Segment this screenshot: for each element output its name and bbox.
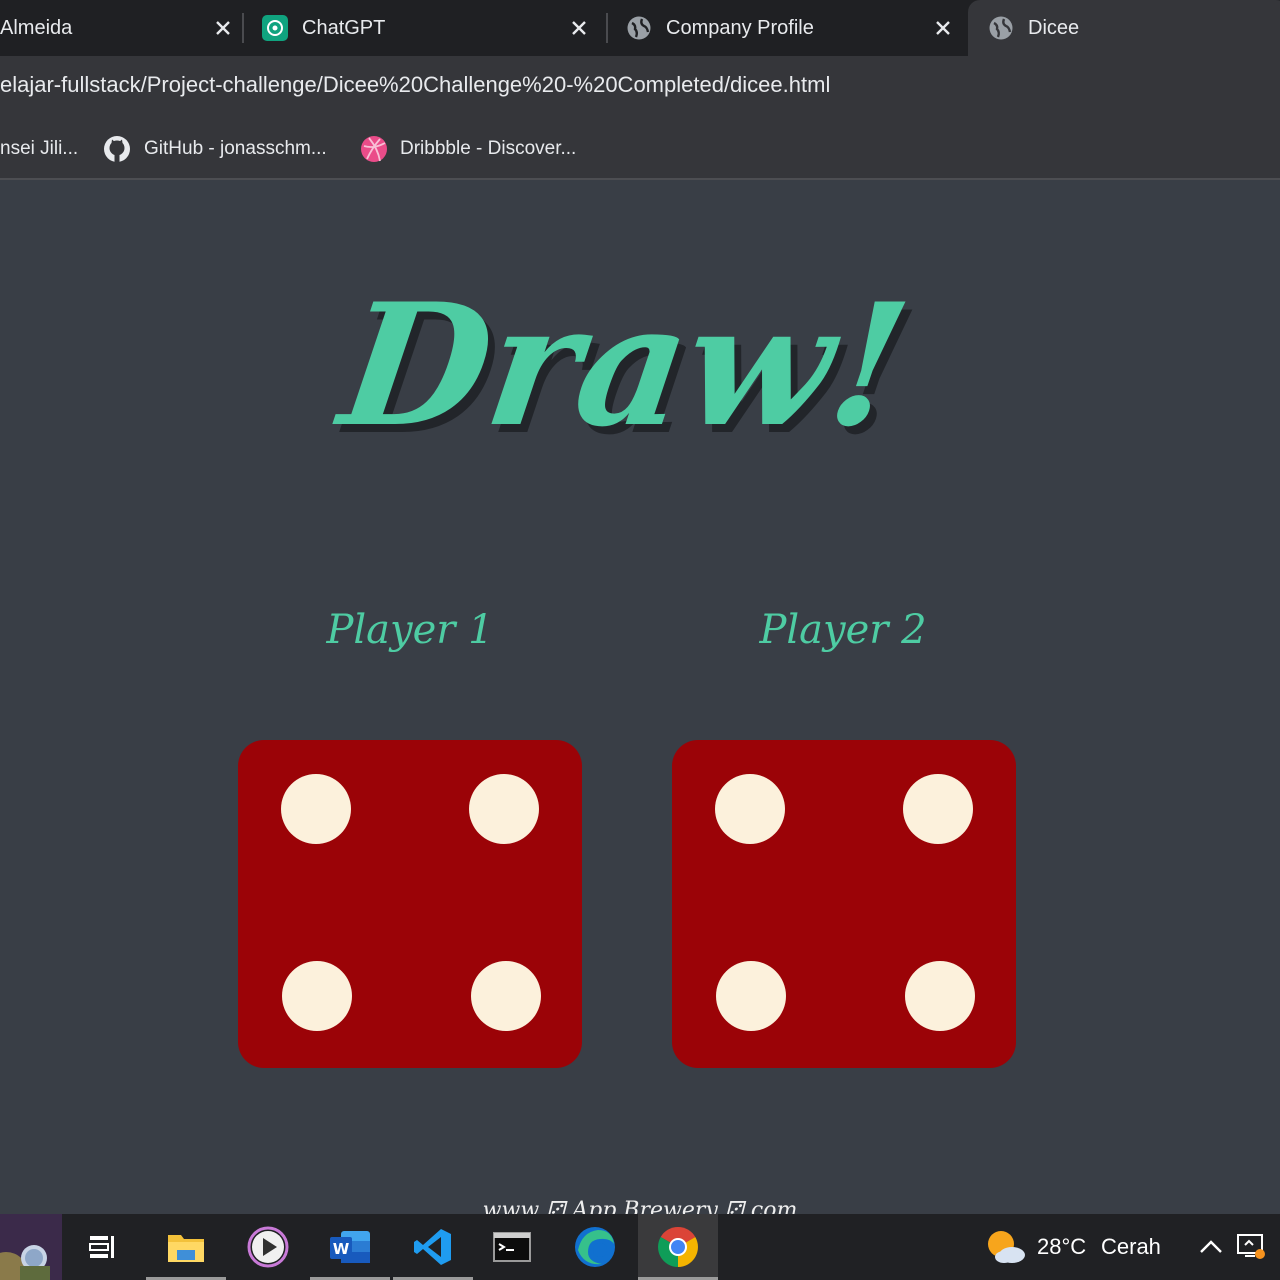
tab-separator bbox=[242, 13, 244, 43]
footer-credit: www ⚂ App Brewery ⚂ com bbox=[482, 1198, 798, 1214]
start-button[interactable] bbox=[0, 1214, 62, 1280]
chrome-button[interactable] bbox=[638, 1214, 718, 1280]
bookmark-dribbble[interactable]: Dribbble - Discover... bbox=[360, 120, 576, 178]
dribbble-icon bbox=[361, 136, 387, 162]
bookmarks-bar: nsei Jili... GitHub - jonasschm... Dribb… bbox=[0, 120, 1280, 180]
die-pip bbox=[471, 961, 541, 1031]
chrome-icon bbox=[658, 1227, 698, 1267]
die-pip bbox=[282, 961, 352, 1031]
vscode-button[interactable] bbox=[393, 1214, 473, 1280]
die-pip bbox=[281, 774, 351, 844]
die-pip bbox=[716, 961, 786, 1031]
task-view-button[interactable] bbox=[62, 1214, 142, 1280]
bookmark-github[interactable]: GitHub - jonasschm... bbox=[102, 120, 327, 178]
page-content: Draw! Draw! Player 1 Player 2 www ⚂ App … bbox=[0, 182, 1280, 1214]
die-pip bbox=[469, 774, 539, 844]
player-2-die bbox=[672, 740, 1016, 1068]
tab-title: Dicee bbox=[1028, 16, 1080, 39]
partly-sunny-icon[interactable] bbox=[984, 1229, 1026, 1265]
url-field[interactable]: elajar-fullstack/Project-challenge/Dicee… bbox=[0, 72, 830, 98]
globe-icon bbox=[627, 16, 651, 40]
svg-text:W: W bbox=[333, 1240, 350, 1258]
github-icon bbox=[104, 136, 130, 162]
weather-condition[interactable]: Cerah bbox=[1101, 1234, 1161, 1260]
weather-temp[interactable]: 28°C bbox=[1037, 1234, 1086, 1260]
tab-dicee[interactable]: Dicee bbox=[968, 0, 1280, 56]
edge-icon bbox=[575, 1227, 615, 1267]
display-settings-icon[interactable] bbox=[1236, 1232, 1268, 1262]
tab-title: Company Profile bbox=[666, 16, 814, 39]
terminal-icon bbox=[493, 1232, 531, 1262]
close-icon[interactable] bbox=[930, 15, 956, 41]
bookmark-label: Dribbble - Discover... bbox=[400, 138, 577, 159]
tab-company-profile[interactable]: Company Profile bbox=[626, 0, 956, 56]
tab-almeida[interactable]: Almeida bbox=[0, 0, 236, 56]
vscode-icon bbox=[414, 1229, 451, 1265]
word-button[interactable]: W bbox=[310, 1214, 390, 1280]
die-pip bbox=[905, 961, 975, 1031]
tab-separator bbox=[606, 13, 608, 43]
bookmark-item[interactable]: nsei Jili... bbox=[0, 120, 78, 178]
close-icon[interactable] bbox=[210, 15, 236, 41]
terminal-button[interactable] bbox=[472, 1214, 552, 1280]
file-explorer-icon bbox=[168, 1235, 204, 1262]
start-icon bbox=[0, 1214, 62, 1280]
task-view-icon bbox=[89, 1236, 114, 1258]
bookmark-label: GitHub - jonasschm... bbox=[144, 138, 327, 159]
word-icon: W bbox=[330, 1231, 370, 1263]
tab-chatgpt[interactable]: ChatGPT bbox=[262, 0, 592, 56]
die-pip bbox=[903, 774, 973, 844]
chatgpt-icon bbox=[262, 15, 288, 41]
chevron-up-icon[interactable] bbox=[1198, 1236, 1224, 1258]
close-icon[interactable] bbox=[566, 15, 592, 41]
bookmark-label: nsei Jili... bbox=[0, 138, 79, 159]
headline-text: Draw! bbox=[330, 266, 920, 464]
edge-button[interactable] bbox=[555, 1214, 635, 1280]
player-1-label: Player 1 bbox=[326, 607, 494, 653]
player-2-label: Player 2 bbox=[759, 607, 927, 653]
player-1-die bbox=[238, 740, 582, 1068]
media-player-icon bbox=[247, 1226, 289, 1268]
tab-title: Almeida bbox=[0, 16, 73, 39]
draw-headline: Draw! Draw! bbox=[330, 266, 927, 470]
file-explorer-button[interactable] bbox=[146, 1214, 226, 1280]
tab-title: ChatGPT bbox=[302, 16, 386, 39]
address-bar: elajar-fullstack/Project-challenge/Dicee… bbox=[0, 56, 1280, 120]
die-pip bbox=[715, 774, 785, 844]
windows-taskbar: W 28°C Cerah bbox=[0, 1214, 1280, 1280]
media-player-button[interactable] bbox=[228, 1214, 308, 1280]
globe-icon bbox=[989, 16, 1013, 40]
tab-strip: Almeida ChatGPT Company Profile Dicee bbox=[0, 0, 1280, 56]
